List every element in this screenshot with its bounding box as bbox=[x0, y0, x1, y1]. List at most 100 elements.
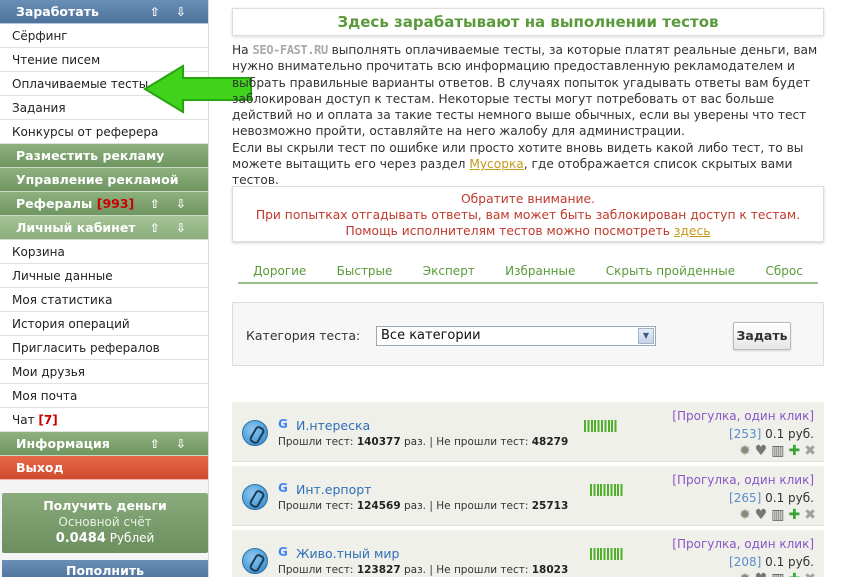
trash-link[interactable]: Мусорка bbox=[469, 157, 523, 171]
menu-header-cabinet-label: Личный кабинет bbox=[16, 220, 136, 235]
topup-button[interactable]: Пополнить bbox=[2, 560, 208, 577]
filter-bar: Дорогие Быстрые Эксперт Избранные Скрыть… bbox=[238, 264, 818, 284]
close-icon[interactable]: ✖ bbox=[804, 571, 816, 577]
menu-header-cabinet[interactable]: Личный кабинет ⇧ ⇩ bbox=[0, 216, 208, 240]
failed-count: 25713 bbox=[531, 500, 569, 512]
sidebar-item-referrer-contests[interactable]: Конкурсы от реферера bbox=[0, 120, 208, 144]
failed-label: Не прошли тест: bbox=[436, 564, 529, 576]
google-icon: G bbox=[278, 417, 288, 431]
test-actions: ✹ ♥ ▥ ✚ ✖ bbox=[739, 443, 816, 459]
balance-value: 0.0484 bbox=[55, 531, 106, 546]
close-icon[interactable]: ✖ bbox=[804, 443, 816, 459]
sidebar-item-chat-label: Чат bbox=[12, 413, 35, 427]
balance-currency: Рублей bbox=[109, 531, 155, 545]
filter-favorites[interactable]: Избранные bbox=[505, 264, 575, 282]
passed-label: Прошли тест: bbox=[278, 500, 354, 512]
trash-icon[interactable]: ▥ bbox=[771, 443, 784, 459]
test-actions: ✹ ♥ ▥ ✚ ✖ bbox=[739, 507, 816, 523]
intro-paragraph-2: Если вы скрыли тест по ошибке или просто… bbox=[232, 140, 830, 189]
test-type: [Прогулка, один клик] bbox=[672, 473, 814, 487]
get-money-box[interactable]: Получить деньги Основной счёт 0.0484 Руб… bbox=[2, 493, 208, 553]
menu-header-info-label: Информация bbox=[16, 436, 110, 451]
sidebar-item-my-friends[interactable]: Мои друзья bbox=[0, 360, 208, 384]
failed-label: Не прошли тест: bbox=[436, 436, 529, 448]
filter-expert[interactable]: Эксперт bbox=[423, 264, 475, 282]
intro-text-part: На bbox=[232, 43, 253, 57]
filter-fast[interactable]: Быстрые bbox=[337, 264, 393, 282]
sidebar-item-personal-data[interactable]: Личные данные bbox=[0, 264, 208, 288]
plus-icon[interactable]: ✚ bbox=[789, 507, 801, 523]
google-icon: G bbox=[278, 481, 288, 495]
sidebar-item-surfing[interactable]: Сёрфинг bbox=[0, 24, 208, 48]
test-stats: Прошли тест: 124569 раз. | Не прошли тес… bbox=[278, 500, 569, 512]
set-category-button[interactable]: Задать bbox=[733, 322, 791, 350]
sidebar-item-my-stats[interactable]: Моя статистика bbox=[0, 288, 208, 312]
notice-line-1: Обратите внимание. bbox=[461, 192, 595, 206]
test-stats: Прошли тест: 140377 раз. | Не прошли тес… bbox=[278, 436, 569, 448]
test-name-link[interactable]: Живо.тный мир bbox=[296, 546, 400, 561]
get-money-title: Получить деньги bbox=[43, 498, 167, 513]
gear-icon[interactable]: ✹ bbox=[739, 443, 751, 459]
paperclip-icon[interactable] bbox=[242, 420, 268, 446]
collapse-arrows-icon[interactable]: ⇧ ⇩ bbox=[150, 432, 192, 456]
intro-text: На SEO-FAST.RU выполнять оплачиваемые те… bbox=[232, 42, 830, 189]
collapse-arrows-icon[interactable]: ⇧ ⇩ bbox=[150, 0, 192, 24]
category-selected-value: Все категории bbox=[381, 328, 481, 343]
test-actions: ✹ ♥ ▥ ✚ ✖ bbox=[739, 571, 816, 577]
sidebar-item-operations-history[interactable]: История операций bbox=[0, 312, 208, 336]
test-stats: Прошли тест: 123827 раз. | Не прошли тес… bbox=[278, 564, 569, 576]
exit-button[interactable]: Выход bbox=[0, 456, 208, 480]
plus-icon[interactable]: ✚ bbox=[789, 571, 801, 577]
notice-box: Обратите внимание. При попытках отгадыва… bbox=[232, 186, 824, 242]
unit-label: раз. bbox=[404, 436, 427, 448]
test-price: [253] 0.1 руб. bbox=[729, 427, 814, 441]
heart-icon[interactable]: ♥ bbox=[755, 507, 768, 523]
collapse-arrows-icon[interactable]: ⇧ ⇩ bbox=[150, 216, 192, 240]
rating-bar bbox=[590, 484, 624, 496]
menu-header-earn[interactable]: Заработать ⇧ ⇩ bbox=[0, 0, 208, 24]
test-row: G И.нтереска Прошли тест: 140377 раз. | … bbox=[232, 402, 824, 462]
menu-header-place-ad[interactable]: Разместить рекламу bbox=[0, 144, 208, 168]
test-name-link[interactable]: Инт.ерпорт bbox=[296, 482, 371, 497]
sidebar-item-invite-referrals[interactable]: Пригласить рефералов bbox=[0, 336, 208, 360]
rating-bar bbox=[590, 548, 624, 560]
chevron-down-icon[interactable]: ▼ bbox=[638, 328, 654, 344]
test-count: [265] bbox=[729, 491, 762, 505]
paperclip-icon[interactable] bbox=[242, 548, 268, 574]
test-row: G Инт.ерпорт Прошли тест: 124569 раз. | … bbox=[232, 466, 824, 526]
filter-expensive[interactable]: Дорогие bbox=[253, 264, 306, 282]
page-title: Здесь зарабатывают на выполнении тестов bbox=[232, 8, 824, 36]
plus-icon[interactable]: ✚ bbox=[789, 443, 801, 459]
help-link[interactable]: здесь bbox=[674, 224, 711, 238]
test-price-value: 0.1 руб. bbox=[765, 555, 814, 569]
passed-count: 140377 bbox=[356, 436, 401, 448]
test-type: [Прогулка, один клик] bbox=[672, 409, 814, 423]
passed-count: 123827 bbox=[356, 564, 401, 576]
filter-reset[interactable]: Сброс bbox=[765, 264, 802, 282]
heart-icon[interactable]: ♥ bbox=[755, 571, 768, 577]
test-price-value: 0.1 руб. bbox=[765, 427, 814, 441]
sidebar-item-my-mail[interactable]: Моя почта bbox=[0, 384, 208, 408]
heart-icon[interactable]: ♥ bbox=[755, 443, 768, 459]
notice-line-2: При попытках отгадывать ответы, вам може… bbox=[255, 208, 801, 222]
category-select[interactable]: Все категории ▼ bbox=[376, 326, 656, 346]
menu-header-info[interactable]: Информация ⇧ ⇩ bbox=[0, 432, 208, 456]
trash-icon[interactable]: ▥ bbox=[771, 571, 784, 577]
brand-logo: SEO-FAST.RU bbox=[252, 43, 329, 57]
test-name-link[interactable]: И.нтереска bbox=[296, 418, 370, 433]
test-count: [208] bbox=[729, 555, 762, 569]
close-icon[interactable]: ✖ bbox=[804, 507, 816, 523]
menu-header-referrals[interactable]: Рефералы [993] ⇧ ⇩ bbox=[0, 192, 208, 216]
failed-label: Не прошли тест: bbox=[436, 500, 529, 512]
menu-header-manage-ad[interactable]: Управление рекламой bbox=[0, 168, 208, 192]
sidebar-item-chat[interactable]: Чат [7] bbox=[0, 408, 208, 432]
filter-hide-passed[interactable]: Скрыть пройденные bbox=[606, 264, 735, 282]
notice-line-3: Помощь исполнителям тестов можно посмотр… bbox=[233, 223, 823, 239]
paperclip-icon[interactable] bbox=[242, 484, 268, 510]
gear-icon[interactable]: ✹ bbox=[739, 507, 751, 523]
gear-icon[interactable]: ✹ bbox=[739, 571, 751, 577]
failed-count: 18023 bbox=[531, 564, 569, 576]
collapse-arrows-icon[interactable]: ⇧ ⇩ bbox=[150, 192, 192, 216]
sidebar-item-basket[interactable]: Корзина bbox=[0, 240, 208, 264]
trash-icon[interactable]: ▥ bbox=[771, 507, 784, 523]
